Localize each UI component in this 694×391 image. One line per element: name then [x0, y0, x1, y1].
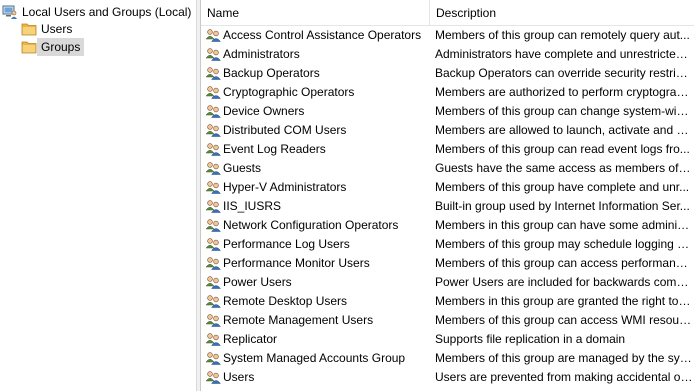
tree-item-label: Groups	[37, 38, 85, 56]
table-row[interactable]: Access Control Assistance Operators Membe…	[201, 26, 694, 45]
group-name: Remote Management Users	[223, 313, 374, 327]
group-name: Administrators	[223, 47, 300, 61]
group-icon	[205, 103, 221, 119]
group-name: Power Users	[223, 275, 292, 289]
group-description: Members in this group can have some admi…	[435, 218, 693, 232]
group-name: IIS_IUSRS	[223, 199, 282, 213]
table-row[interactable]: Device Owners Members of this group can c…	[201, 102, 694, 121]
group-icon	[205, 84, 221, 100]
group-name: Guests	[223, 161, 262, 175]
group-name: Performance Monitor Users	[223, 256, 370, 270]
group-name: System Managed Accounts Group	[223, 351, 406, 365]
group-icon	[205, 122, 221, 138]
local-users-and-groups-window: Local Users and Groups (Local) Users Gro…	[0, 0, 694, 391]
table-row[interactable]: Distributed COM Users Members are allowed…	[201, 121, 694, 140]
group-description: Backup Operators can override security r…	[435, 66, 693, 80]
group-icon	[205, 312, 221, 328]
table-row[interactable]: Performance Log Users Members of this gro…	[201, 235, 694, 254]
table-row[interactable]: Administrators Administrators have comple…	[201, 45, 694, 64]
group-name: Access Control Assistance Operators	[223, 28, 422, 42]
group-icon	[205, 369, 221, 385]
table-row[interactable]: Hyper-V Administrators Members of this gr…	[201, 178, 694, 197]
console-tree: Local Users and Groups (Local) Users Gro…	[0, 0, 196, 391]
group-description: Members of this group can read event log…	[435, 142, 690, 156]
group-name: Backup Operators	[223, 66, 320, 80]
table-row[interactable]: Remote Desktop Users Members in this grou…	[201, 292, 694, 311]
group-name: Network Configuration Operators	[223, 218, 399, 232]
group-icon	[205, 331, 221, 347]
group-icon	[205, 141, 221, 157]
group-name: Remote Desktop Users	[223, 294, 348, 308]
table-row[interactable]: Performance Monitor Users Members of this…	[201, 254, 694, 273]
folder-icon	[21, 39, 37, 55]
group-description: Members in this group are granted the ri…	[435, 294, 693, 308]
groups-list: Name Description Access Control Assistan…	[201, 0, 694, 391]
table-row[interactable]: Remote Management Users Members of this g…	[201, 311, 694, 330]
group-description: Built-in group used by Internet Informat…	[435, 199, 690, 213]
tree-item-groups[interactable]: Groups	[21, 38, 85, 56]
group-name: Hyper-V Administrators	[223, 180, 347, 194]
group-icon	[205, 46, 221, 62]
group-description: Users are prevented from making accident…	[435, 370, 693, 384]
tree-item-local-users-and-groups[interactable]: Local Users and Groups (Local)	[2, 3, 195, 21]
group-name: Performance Log Users	[223, 237, 350, 251]
group-description: Members of this group can access perform…	[435, 256, 693, 270]
table-row[interactable]: System Managed Accounts Group Members of …	[201, 349, 694, 368]
table-row[interactable]: Power Users Power Users are included for …	[201, 273, 694, 292]
group-icon	[205, 198, 221, 214]
group-icon	[205, 65, 221, 81]
list-header: Name Description	[201, 0, 694, 26]
folder-icon	[21, 21, 37, 37]
tree-item-label: Local Users and Groups (Local)	[22, 5, 192, 19]
group-description: Members of this group are managed by the…	[435, 351, 693, 365]
tree-item-users[interactable]: Users	[21, 20, 76, 38]
column-header-name[interactable]: Name	[201, 0, 430, 25]
group-description: Guests have the same access as members o…	[435, 161, 693, 175]
table-row[interactable]: IIS_IUSRS Built-in group used by Internet…	[201, 197, 694, 216]
table-row[interactable]: Guests Guests have the same access as mem…	[201, 159, 694, 178]
group-name: Device Owners	[223, 104, 305, 118]
table-row[interactable]: Cryptographic Operators Members are autho…	[201, 83, 694, 102]
group-name: Replicator	[223, 332, 278, 346]
group-description: Members are authorized to perform crypto…	[435, 85, 693, 99]
group-name: Distributed COM Users	[223, 123, 347, 137]
group-name: Users	[223, 370, 255, 384]
group-description: Power Users are included for backwards c…	[435, 275, 693, 289]
group-description: Members are allowed to launch, activate …	[435, 123, 693, 137]
group-icon	[205, 179, 221, 195]
group-name: Event Log Readers	[223, 142, 326, 156]
group-icon	[205, 236, 221, 252]
group-icon	[205, 27, 221, 43]
group-icon	[205, 293, 221, 309]
table-row[interactable]: Users Users are prevented from making acc…	[201, 368, 694, 387]
table-row[interactable]: Replicator Supports file replication in a…	[201, 330, 694, 349]
group-description: Members of this group can change system-…	[435, 104, 693, 118]
group-icon	[205, 350, 221, 366]
table-row[interactable]: Event Log Readers Members of this group c…	[201, 140, 694, 159]
group-description: Members of this group have complete and …	[435, 180, 690, 194]
group-icon	[205, 274, 221, 290]
group-description: Administrators have complete and unrestr…	[435, 47, 693, 61]
group-description: Supports file replication in a domain	[435, 332, 626, 346]
list-rows: Access Control Assistance Operators Membe…	[201, 26, 694, 387]
group-icon	[205, 160, 221, 176]
group-icon	[205, 217, 221, 233]
group-description: Members of this group can access WMI res…	[435, 313, 693, 327]
column-header-description[interactable]: Description	[430, 0, 694, 25]
computer-users-icon	[2, 4, 18, 20]
table-row[interactable]: Backup Operators Backup Operators can ove…	[201, 64, 694, 83]
table-row[interactable]: Network Configuration Operators Members i…	[201, 216, 694, 235]
group-description: Members of this group may schedule loggi…	[435, 237, 693, 251]
group-icon	[205, 255, 221, 271]
group-description: Members of this group can remotely query…	[435, 28, 690, 42]
group-name: Cryptographic Operators	[223, 85, 355, 99]
tree-item-label: Users	[41, 22, 73, 36]
